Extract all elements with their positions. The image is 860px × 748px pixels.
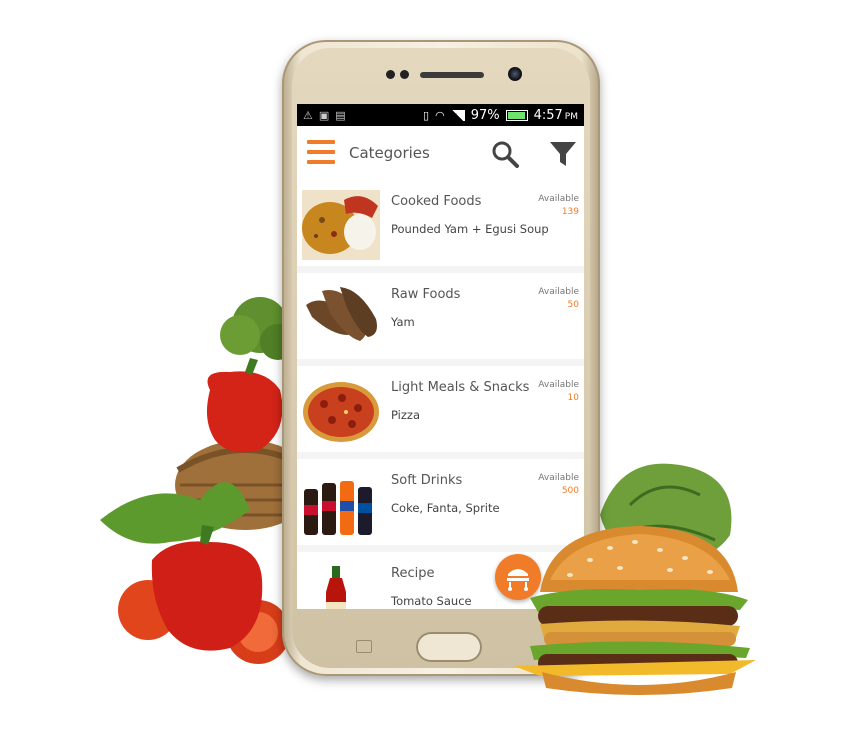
category-title: Raw Foods xyxy=(391,287,461,302)
availability-count: 500 xyxy=(561,486,579,496)
battery-percent: 97% xyxy=(470,107,500,123)
battery-icon xyxy=(505,109,528,121)
category-subtitle: Tomato Sauce xyxy=(391,594,472,608)
light-sensor xyxy=(400,70,409,79)
proximity-sensor xyxy=(386,70,395,79)
category-item-light-meals-snacks[interactable]: Light Meals & Snacks Pizza Available 10 xyxy=(297,366,584,452)
vibrate-icon: ▯ xyxy=(423,108,430,122)
category-subtitle: Yam xyxy=(391,315,415,329)
clock: 4:57 PM xyxy=(533,107,578,123)
hamburger-menu-icon[interactable] xyxy=(307,140,335,164)
earpiece-speaker xyxy=(420,72,484,78)
tomato-sauce-image xyxy=(302,562,380,609)
availability-label: Available xyxy=(538,194,579,204)
availability-count: 10 xyxy=(567,393,579,403)
availability-label: Available xyxy=(538,380,579,390)
vegetables-illustration xyxy=(100,297,310,664)
wifi-icon: ◠ xyxy=(435,108,445,122)
status-bar: ⚠ ▣ ▤ ▯ ◠ 97% 4:57 PM xyxy=(297,104,584,126)
notification-icon: ⚠ xyxy=(303,108,313,122)
home-button[interactable] xyxy=(416,632,482,662)
category-subtitle: Coke, Fanta, Sprite xyxy=(391,501,500,515)
availability-label: Available xyxy=(538,473,579,483)
recent-apps-button[interactable] xyxy=(356,640,372,653)
filter-icon[interactable] xyxy=(549,140,577,168)
category-subtitle: Pounded Yam + Egusi Soup xyxy=(391,222,549,236)
availability-count: 139 xyxy=(561,207,579,217)
rice-dish-image xyxy=(302,190,380,260)
category-title: Soft Drinks xyxy=(391,473,463,488)
page-title: Categories xyxy=(349,144,430,162)
category-title: Light Meals & Snacks xyxy=(391,380,530,395)
soft-drinks-image xyxy=(302,469,380,539)
availability-count: 50 xyxy=(567,300,579,310)
yam-image xyxy=(302,283,380,353)
status-icons: ▯ ◠ 97% 4:57 PM xyxy=(423,108,578,123)
burger-illustration xyxy=(514,526,756,695)
front-camera xyxy=(508,67,522,81)
search-icon[interactable] xyxy=(491,140,519,168)
notification-icons: ⚠ ▣ ▤ xyxy=(303,109,346,122)
availability-label: Available xyxy=(538,287,579,297)
pizza-image xyxy=(302,376,380,446)
app-bar: Categories xyxy=(297,126,584,181)
category-title: Recipe xyxy=(391,566,435,581)
message-notification-icon: ▤ xyxy=(335,108,346,122)
signal-icon xyxy=(450,109,465,121)
category-item-cooked-foods[interactable]: Cooked Foods Pounded Yam + Egusi Soup Av… xyxy=(297,180,584,266)
scene: ⚠ ▣ ▤ ▯ ◠ 97% 4:57 PM Categories Cooked … xyxy=(0,0,860,748)
category-title: Cooked Foods xyxy=(391,194,482,209)
category-subtitle: Pizza xyxy=(391,408,420,422)
category-item-raw-foods[interactable]: Raw Foods Yam Available 50 xyxy=(297,273,584,359)
image-notification-icon: ▣ xyxy=(318,108,330,122)
